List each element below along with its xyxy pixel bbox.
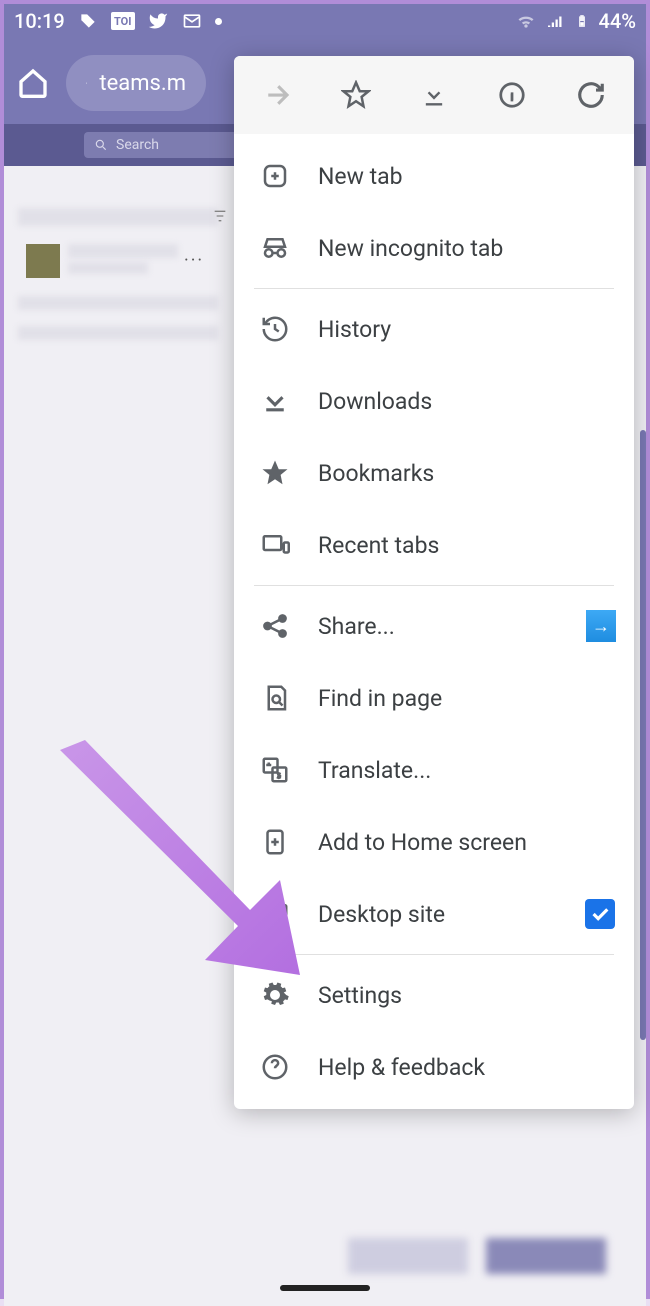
checkbox-checked-icon <box>585 899 615 929</box>
menu-item-new-tab[interactable]: New tab <box>234 140 634 212</box>
downloads-icon <box>258 384 292 418</box>
menu-action-row <box>234 56 634 134</box>
share-target-icon: → <box>586 610 616 642</box>
bookmark-star-button[interactable] <box>328 67 384 123</box>
menu-item-label: Share... <box>318 613 560 640</box>
menu-item-label: Find in page <box>318 685 616 712</box>
gear-icon <box>258 978 292 1012</box>
menu-item-label: History <box>318 316 616 343</box>
bookmarks-icon <box>258 456 292 490</box>
menu-item-label: Bookmarks <box>318 460 616 487</box>
menu-divider <box>254 585 614 586</box>
history-icon <box>258 312 292 346</box>
menu-item-translate[interactable]: Translate... <box>234 734 634 806</box>
info-button[interactable] <box>484 67 540 123</box>
menu-item-add-to-home[interactable]: Add to Home screen <box>234 806 634 878</box>
browser-overflow-menu: New tab New incognito tab History Downlo… <box>234 56 634 1109</box>
teams-search-placeholder: Search <box>116 137 159 153</box>
menu-item-label: New tab <box>318 163 616 190</box>
menu-divider <box>254 288 614 289</box>
recent-tabs-icon <box>258 528 292 562</box>
scrollbar[interactable] <box>640 430 646 1040</box>
menu-item-find-in-page[interactable]: Find in page <box>234 662 634 734</box>
menu-divider <box>254 954 614 955</box>
search-icon <box>94 138 108 152</box>
menu-item-help[interactable]: Help & feedback <box>234 1031 634 1103</box>
menu-item-label: Help & feedback <box>318 1054 616 1081</box>
refresh-button[interactable] <box>563 67 619 123</box>
desktop-icon <box>258 897 292 931</box>
share-icon <box>258 609 292 643</box>
menu-item-label: Add to Home screen <box>318 829 616 856</box>
incognito-icon <box>258 231 292 265</box>
find-icon <box>258 681 292 715</box>
menu-item-downloads[interactable]: Downloads <box>234 365 634 437</box>
menu-item-recent-tabs[interactable]: Recent tabs <box>234 509 634 581</box>
menu-item-history[interactable]: History <box>234 293 634 365</box>
menu-item-desktop-site[interactable]: Desktop site <box>234 878 634 950</box>
menu-item-label: Desktop site <box>318 901 558 928</box>
filter-icon[interactable] <box>212 208 228 228</box>
menu-item-incognito[interactable]: New incognito tab <box>234 212 634 284</box>
blurred-avatar <box>26 244 60 278</box>
menu-item-label: Downloads <box>318 388 616 415</box>
menu-item-label: New incognito tab <box>318 235 616 262</box>
new-tab-icon <box>258 159 292 193</box>
menu-item-bookmarks[interactable]: Bookmarks <box>234 437 634 509</box>
desktop-site-checkbox[interactable] <box>584 898 616 930</box>
menu-item-share[interactable]: Share... → <box>234 590 634 662</box>
translate-icon <box>258 753 292 787</box>
navigation-handle[interactable] <box>280 1285 370 1291</box>
add-home-icon <box>258 825 292 859</box>
menu-item-label: Settings <box>318 982 616 1009</box>
menu-item-label: Translate... <box>318 757 616 784</box>
help-icon <box>258 1050 292 1084</box>
download-button[interactable] <box>406 67 462 123</box>
more-options-button[interactable]: ··· <box>184 250 204 271</box>
menu-item-settings[interactable]: Settings <box>234 959 634 1031</box>
menu-item-label: Recent tabs <box>318 532 616 559</box>
forward-button[interactable] <box>249 67 305 123</box>
